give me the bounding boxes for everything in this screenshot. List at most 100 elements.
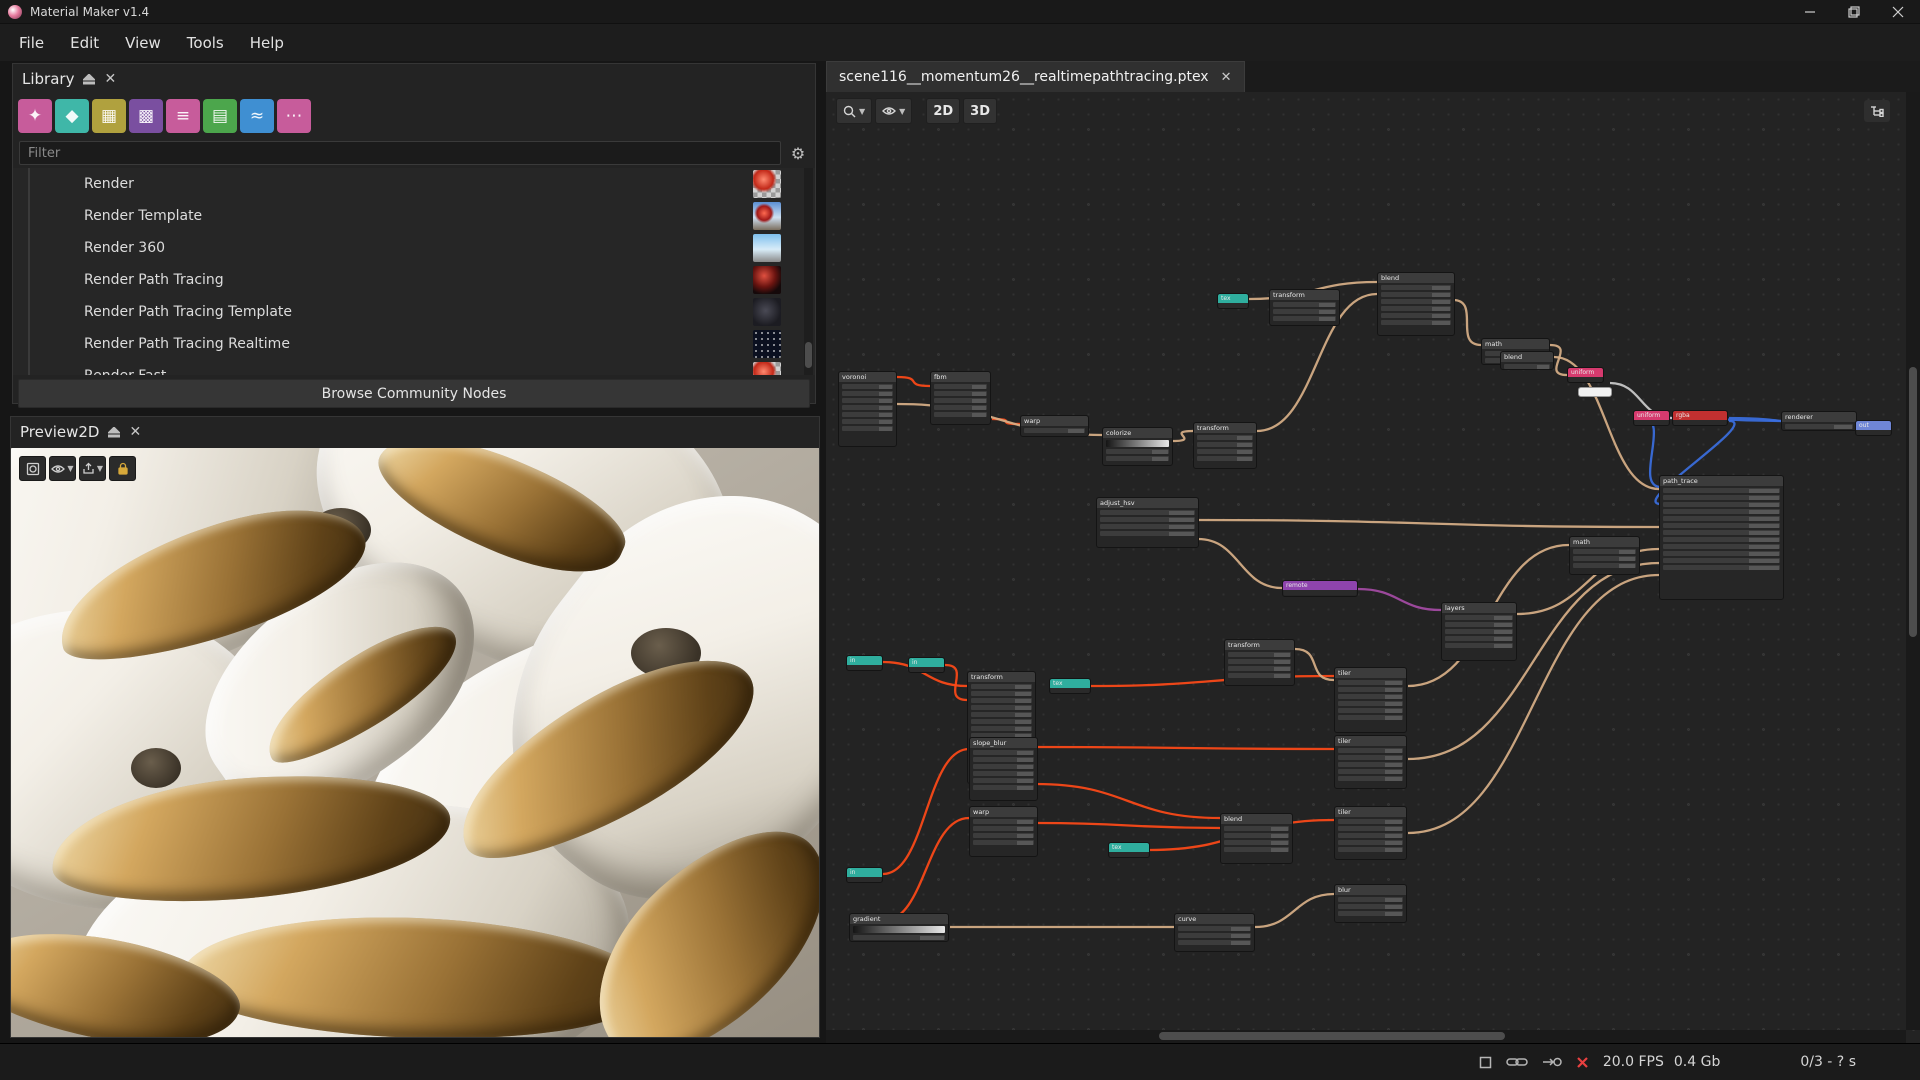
node-parameter-row[interactable] bbox=[1573, 556, 1636, 561]
menu-view[interactable]: View bbox=[112, 28, 174, 58]
preview-2d-toggle-button[interactable]: 2D bbox=[926, 98, 960, 124]
close-button[interactable] bbox=[1876, 0, 1920, 23]
graph-node-transform[interactable]: transform bbox=[1224, 639, 1295, 686]
graph-view-options-button[interactable]: ▼ bbox=[875, 98, 912, 124]
graph-vertical-scrollbar[interactable] bbox=[1906, 92, 1920, 1030]
graph-node-warp[interactable]: warp bbox=[969, 806, 1038, 857]
node-parameter-row[interactable] bbox=[971, 712, 1032, 717]
node-parameter-row[interactable] bbox=[1445, 636, 1513, 641]
node-parameter-row[interactable] bbox=[1663, 509, 1780, 514]
preview-lock-button[interactable] bbox=[109, 456, 136, 481]
library-category-materials[interactable]: ✦ bbox=[18, 99, 52, 133]
node-parameter-row[interactable] bbox=[1381, 313, 1451, 318]
graph-node-transform[interactable]: transform bbox=[1269, 289, 1340, 326]
library-item[interactable]: Render Path Tracing Realtime bbox=[13, 328, 815, 360]
node-parameter-row[interactable] bbox=[1224, 847, 1289, 852]
node-parameter-row[interactable] bbox=[1228, 652, 1291, 657]
node-parameter-row[interactable] bbox=[1024, 428, 1085, 433]
node-parameter-row[interactable] bbox=[842, 384, 893, 389]
graph-tab[interactable]: scene116__momentum26__realtimepathtracin… bbox=[826, 61, 1245, 92]
graph-node-layers[interactable]: layers bbox=[1441, 602, 1517, 661]
tab-close-button[interactable]: ✕ bbox=[1221, 70, 1232, 85]
node-parameter-row[interactable] bbox=[934, 405, 987, 410]
graph-node-rgba[interactable]: rgba bbox=[1672, 410, 1728, 426]
preview-view-mode-button[interactable]: ▼ bbox=[49, 456, 76, 481]
node-parameter-row[interactable] bbox=[1663, 516, 1780, 521]
arrow-target-icon[interactable] bbox=[1542, 1056, 1562, 1068]
node-parameter-row[interactable] bbox=[1338, 826, 1403, 831]
node-parameter-row[interactable] bbox=[1228, 666, 1291, 671]
graph-node-tex[interactable]: tex bbox=[1217, 293, 1249, 309]
graph-node-tiler[interactable]: tiler bbox=[1334, 735, 1407, 789]
node-parameter-row[interactable] bbox=[1338, 840, 1403, 845]
node-parameter-row[interactable] bbox=[1445, 622, 1513, 627]
node-parameter-row[interactable] bbox=[1106, 449, 1169, 454]
library-scrollbar-thumb[interactable] bbox=[805, 342, 812, 368]
library-category-misc[interactable]: ⋯ bbox=[277, 99, 311, 133]
graph-node-blend[interactable]: blend bbox=[1500, 351, 1554, 370]
node-parameter-row[interactable] bbox=[1100, 510, 1195, 515]
library-category-shapes-3d[interactable]: ◆ bbox=[55, 99, 89, 133]
graph-node-uniform[interactable]: uniform bbox=[1567, 367, 1604, 383]
node-parameter-row[interactable] bbox=[842, 419, 893, 424]
menu-edit[interactable]: Edit bbox=[57, 28, 112, 58]
graph-node-slope_blur[interactable]: slope_blur bbox=[969, 737, 1038, 801]
node-parameter-row[interactable] bbox=[1228, 673, 1291, 678]
node-parameter-row[interactable] bbox=[971, 691, 1032, 696]
node-parameter-row[interactable] bbox=[1663, 495, 1780, 500]
float-panel-button[interactable] bbox=[108, 427, 120, 438]
library-item[interactable]: Render Fast bbox=[13, 360, 815, 375]
node-parameter-row[interactable] bbox=[1197, 442, 1253, 447]
node-parameter-row[interactable] bbox=[1338, 680, 1403, 685]
node-parameter-row[interactable] bbox=[1663, 530, 1780, 535]
node-parameter-row[interactable] bbox=[971, 698, 1032, 703]
preview-export-button[interactable]: ▼ bbox=[79, 456, 106, 481]
graph-node-blend[interactable]: blend bbox=[1220, 813, 1293, 864]
node-parameter-row[interactable] bbox=[1197, 449, 1253, 454]
graph-node-uniform[interactable]: uniform bbox=[1633, 410, 1670, 426]
library-close-button[interactable]: ✕ bbox=[104, 71, 116, 87]
node-parameter-row[interactable] bbox=[1197, 456, 1253, 461]
node-parameter-row[interactable] bbox=[1273, 302, 1336, 307]
node-parameter-row[interactable] bbox=[1106, 440, 1169, 447]
library-category-simple[interactable]: ≈ bbox=[240, 99, 274, 133]
graph-node-curve[interactable]: curve bbox=[1174, 913, 1255, 952]
node-parameter-row[interactable] bbox=[1338, 904, 1403, 909]
node-parameter-row[interactable] bbox=[973, 764, 1034, 769]
filter-input[interactable] bbox=[19, 141, 781, 165]
node-parameter-row[interactable] bbox=[1785, 424, 1853, 429]
node-parameter-row[interactable] bbox=[934, 391, 987, 396]
node-parameter-row[interactable] bbox=[1381, 292, 1451, 297]
node-parameter-row[interactable] bbox=[1224, 840, 1289, 845]
node-parameter-row[interactable] bbox=[842, 391, 893, 396]
node-parameter-row[interactable] bbox=[1338, 833, 1403, 838]
pixel-grid-icon[interactable] bbox=[1479, 1056, 1492, 1069]
graph-canvas[interactable]: ▼ ▼ 2D 3D blendtransformtexmathvoronoifb… bbox=[826, 92, 1920, 1043]
node-parameter-row[interactable] bbox=[1338, 708, 1403, 713]
graph-node-fbm[interactable]: fbm bbox=[930, 371, 991, 425]
node-parameter-row[interactable] bbox=[1338, 911, 1403, 916]
graph-node-tex[interactable]: tex bbox=[1049, 678, 1091, 694]
node-parameter-row[interactable] bbox=[1663, 544, 1780, 549]
node-parameter-row[interactable] bbox=[1224, 833, 1289, 838]
node-parameter-row[interactable] bbox=[973, 840, 1034, 845]
node-parameter-row[interactable] bbox=[1197, 435, 1253, 440]
graph-node-path_trace[interactable]: path_trace bbox=[1659, 475, 1784, 600]
library-item[interactable]: Render bbox=[13, 168, 815, 200]
library-category-filters[interactable]: ≡ bbox=[166, 99, 200, 133]
menu-tools[interactable]: Tools bbox=[174, 28, 237, 58]
graph-node-warp[interactable]: warp bbox=[1020, 415, 1089, 437]
node-parameter-row[interactable] bbox=[1338, 897, 1403, 902]
node-parameter-row[interactable] bbox=[853, 926, 945, 933]
gear-icon[interactable]: ⚙ bbox=[787, 144, 809, 163]
node-parameter-row[interactable] bbox=[1178, 933, 1251, 938]
node-parameter-row[interactable] bbox=[1663, 551, 1780, 556]
node-parameter-row[interactable] bbox=[1338, 748, 1403, 753]
node-parameter-row[interactable] bbox=[973, 785, 1034, 790]
node-parameter-row[interactable] bbox=[1228, 659, 1291, 664]
node-parameter-row[interactable] bbox=[1504, 364, 1550, 369]
graph-node-blur[interactable]: blur bbox=[1334, 884, 1407, 923]
graph-node-adjust_hsv[interactable]: adjust_hsv bbox=[1096, 497, 1199, 548]
graph-horizontal-scrollbar-thumb[interactable] bbox=[1159, 1032, 1505, 1040]
node-parameter-row[interactable] bbox=[853, 935, 945, 940]
